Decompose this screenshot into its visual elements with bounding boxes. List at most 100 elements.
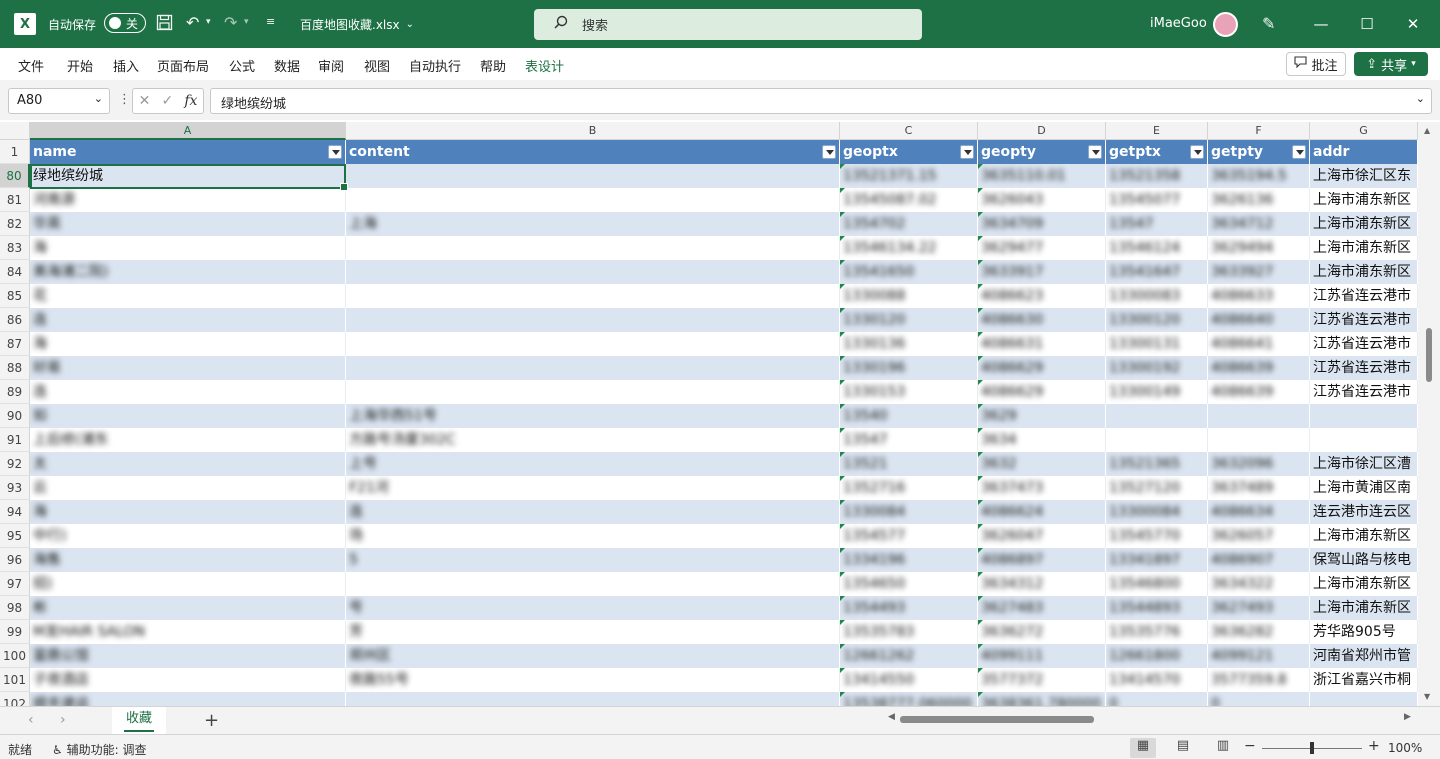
cell-getptx[interactable]: 13300120 — [1106, 308, 1208, 332]
cell-name[interactable]: 河南源 — [30, 188, 346, 212]
cell-geoptx[interactable]: 1330153 — [840, 380, 978, 404]
page-layout-view-icon[interactable]: ▤ — [1170, 738, 1196, 758]
cell-getpty[interactable]: 4086633 — [1208, 284, 1310, 308]
cell-content[interactable]: 上号 — [346, 452, 840, 476]
cell-getpty[interactable]: 3626136 — [1208, 188, 1310, 212]
cell-getptx[interactable]: 13300131 — [1106, 332, 1208, 356]
cell-content[interactable]: 上海华西51号 — [346, 404, 840, 428]
row-number[interactable]: 93 — [0, 476, 30, 500]
row-number[interactable]: 100 — [0, 644, 30, 668]
name-box[interactable]: A80 ⌄ — [8, 88, 110, 114]
cell-getptx[interactable]: 0 — [1106, 692, 1208, 706]
vertical-scrollbar[interactable]: ▲ ▼ — [1418, 122, 1440, 706]
cell-geoptx[interactable]: 13545087.02 — [840, 188, 978, 212]
cell-geoptx[interactable]: 12661262 — [840, 644, 978, 668]
header-cell-getpty[interactable]: getpty — [1208, 140, 1310, 164]
cell-addr[interactable]: 芳华路905号 — [1310, 620, 1418, 644]
cell-geopty[interactable]: 3633917 — [978, 260, 1106, 284]
filter-dropdown-icon[interactable] — [1190, 145, 1204, 159]
close-icon[interactable]: ✕ — [1398, 10, 1428, 38]
cell-addr[interactable]: 上海市徐汇区东 — [1310, 164, 1418, 188]
cell-geoptx[interactable]: 1330120 — [840, 308, 978, 332]
column-header-c[interactable]: C — [840, 122, 978, 140]
cell-geoptx[interactable]: 1354702 — [840, 212, 978, 236]
cell-name[interactable]: 富鼎公馆 — [30, 644, 346, 668]
row-number[interactable]: 98 — [0, 596, 30, 620]
cell-addr[interactable]: 上海市浦东新区 — [1310, 596, 1418, 620]
header-cell-getptx[interactable]: getptx — [1106, 140, 1208, 164]
name-box-dropdown-icon[interactable]: ⌄ — [94, 92, 103, 105]
insert-function-icon[interactable]: fx — [184, 93, 197, 109]
cell-name[interactable]: 海 — [30, 236, 346, 260]
cell-getpty[interactable]: 3636282 — [1208, 620, 1310, 644]
cell-content[interactable]: F21河 — [346, 476, 840, 500]
zoom-level[interactable]: 100% — [1388, 741, 1422, 755]
menu-automate[interactable]: 自动执行 — [409, 56, 461, 75]
cell-geopty[interactable]: 3636272 — [978, 620, 1106, 644]
cell-geopty[interactable]: 4086897 — [978, 548, 1106, 572]
header-cell-name[interactable]: name — [30, 140, 346, 164]
cell-name[interactable]: 华英 — [30, 212, 346, 236]
cell-geoptx[interactable]: 1334196 — [840, 548, 978, 572]
cell-addr[interactable]: 江苏省连云港市 — [1310, 356, 1418, 380]
zoom-out-icon[interactable]: − — [1244, 738, 1256, 754]
vertical-scroll-thumb[interactable] — [1426, 328, 1432, 382]
cell-getpty[interactable]: 0 — [1208, 692, 1310, 706]
cell-geopty[interactable]: 4086630 — [978, 308, 1106, 332]
cell-addr[interactable] — [1310, 428, 1418, 452]
cell-geopty[interactable]: 3635110.01 — [978, 164, 1106, 188]
row-number[interactable]: 82 — [0, 212, 30, 236]
cell-addr[interactable]: 保驾山路与核电 — [1310, 548, 1418, 572]
add-sheet-icon[interactable]: + — [204, 710, 219, 731]
redo-dropdown-icon[interactable]: ▾ — [244, 17, 249, 27]
cell-geoptx[interactable]: 13521 — [840, 452, 978, 476]
cell-getptx[interactable]: 13341897 — [1106, 548, 1208, 572]
cell-geoptx[interactable]: 1330088 — [840, 284, 978, 308]
cell-name[interactable]: M发HAIR SALON — [30, 620, 346, 644]
cell-getptx[interactable]: 13546800 — [1106, 572, 1208, 596]
cell-getptx[interactable]: 13545770 — [1106, 524, 1208, 548]
cell-getpty[interactable]: 3632096 — [1208, 452, 1310, 476]
zoom-slider-knob[interactable] — [1310, 742, 1314, 754]
column-header-e[interactable]: E — [1106, 122, 1208, 140]
undo-dropdown-icon[interactable]: ▾ — [206, 17, 211, 27]
cell-geopty[interactable]: 4086631 — [978, 332, 1106, 356]
cell-getpty[interactable]: 3626057 — [1208, 524, 1310, 548]
column-header-d[interactable]: D — [978, 122, 1106, 140]
cell-getpty[interactable]: 4086640 — [1208, 308, 1310, 332]
header-cell-addr[interactable]: addr — [1310, 140, 1418, 164]
cell-geopty[interactable]: 3634 — [978, 428, 1106, 452]
cell-name[interactable]: 上后修(浦东 — [30, 428, 346, 452]
cell-geopty[interactable]: 3629 — [978, 404, 1106, 428]
cell-addr[interactable]: 上海市浦东新区 — [1310, 524, 1418, 548]
cell-name[interactable]: 子夜酒店 — [30, 668, 346, 692]
save-icon[interactable] — [156, 14, 173, 31]
cell-content[interactable]: 连 — [346, 500, 840, 524]
cancel-icon[interactable]: ✕ — [139, 93, 151, 109]
row-number[interactable]: 102 — [0, 692, 30, 706]
cell-name[interactable]: 绿地缤纷城 — [30, 164, 346, 188]
menu-help[interactable]: 帮助 — [480, 56, 506, 75]
cell-getptx[interactable]: 13541647 — [1106, 260, 1208, 284]
cell-getpty[interactable]: 3634712 — [1208, 212, 1310, 236]
row-number[interactable]: 92 — [0, 452, 30, 476]
cell-geopty[interactable]: 4086629 — [978, 356, 1106, 380]
share-button[interactable]: ⇪ 共享 ▾ — [1354, 52, 1428, 76]
cell-getptx[interactable] — [1106, 404, 1208, 428]
scroll-down-icon[interactable]: ▼ — [1424, 692, 1430, 701]
cell-geopty[interactable]: 4086624 — [978, 500, 1106, 524]
cell-addr[interactable]: 江苏省连云港市 — [1310, 332, 1418, 356]
cell-content[interactable]: 场 — [346, 524, 840, 548]
cell-addr[interactable]: 上海市浦东新区 — [1310, 260, 1418, 284]
cell-geopty[interactable]: 3634312 — [978, 572, 1106, 596]
cell-content[interactable] — [346, 572, 840, 596]
undo-icon[interactable]: ↶ — [186, 13, 199, 32]
menu-data[interactable]: 数据 — [274, 56, 300, 75]
row-number[interactable]: 87 — [0, 332, 30, 356]
cell-geopty[interactable]: 4099111 — [978, 644, 1106, 668]
header-cell-geoptx[interactable]: geoptx — [840, 140, 978, 164]
menu-home[interactable]: 开始 — [67, 56, 93, 75]
cell-name[interactable]: 海售 — [30, 548, 346, 572]
cell-geopty[interactable]: 3638361.780000 — [978, 692, 1106, 706]
header-cell-geopty[interactable]: geopty — [978, 140, 1106, 164]
